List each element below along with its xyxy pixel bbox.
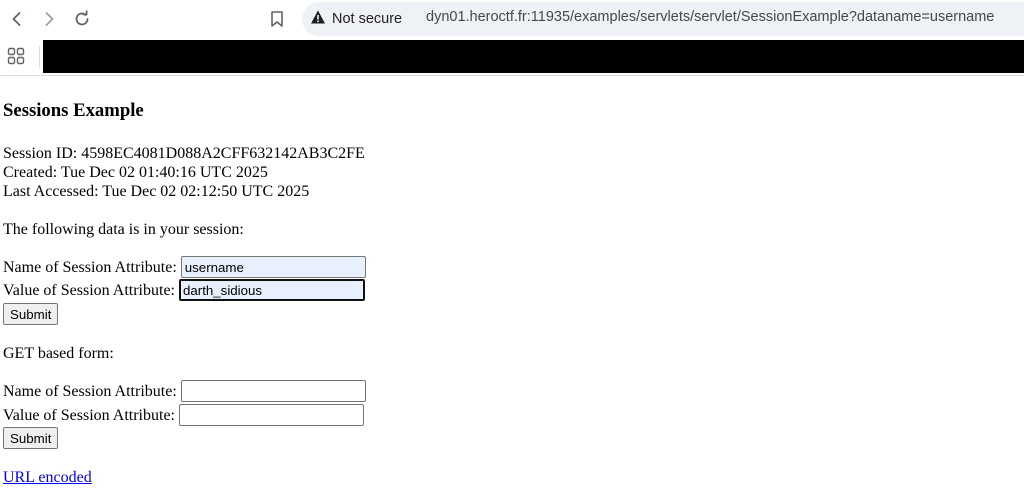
warning-icon — [310, 9, 326, 29]
session-last-accessed: Last Accessed: Tue Dec 02 02:12:50 UTC 2… — [3, 183, 310, 200]
redacted-bookmarks — [43, 40, 1024, 73]
get-name-row: Name of Session Attribute: — [3, 380, 366, 402]
apps-grid-icon[interactable] — [5, 45, 27, 67]
post-name-input[interactable]: username — [180, 256, 366, 278]
security-label: Not secure — [332, 11, 403, 27]
post-name-row: Name of Session Attribute: username — [3, 256, 366, 278]
back-icon[interactable] — [4, 6, 30, 32]
reload-icon[interactable] — [69, 6, 95, 32]
get-value-row: Value of Session Attribute: — [3, 404, 364, 426]
bookmark-icon[interactable] — [264, 6, 290, 32]
post-name-label: Name of Session Attribute: — [3, 258, 177, 276]
post-value-input[interactable]: darth_sidious — [178, 279, 365, 301]
get-value-input[interactable] — [178, 404, 364, 426]
url-encoded-link[interactable]: URL encoded — [3, 469, 92, 486]
session-info: Session ID: 4598EC4081D088A2CFF632142AB3… — [3, 144, 365, 201]
bookmarks-divider — [39, 46, 40, 68]
browser-toolbar: Not secure dyn01.heroctf.fr:11935/exampl… — [0, 0, 1024, 38]
page-title: Sessions Example — [3, 100, 144, 121]
post-submit-button[interactable]: Submit — [3, 303, 59, 325]
get-submit-button[interactable]: Submit — [3, 427, 59, 449]
session-created: Created: Tue Dec 02 01:40:16 UTC 2025 — [3, 164, 268, 181]
url-text[interactable]: dyn01.heroctf.fr:11935/examples/servlets… — [426, 9, 994, 25]
post-value-label: Value of Session Attribute: — [3, 281, 175, 299]
get-name-label: Name of Session Attribute: — [3, 382, 177, 400]
get-form-heading: GET based form: — [3, 345, 114, 362]
session-data-intro: The following data is in your session: — [3, 221, 244, 238]
session-id: Session ID: 4598EC4081D088A2CFF632142AB3… — [3, 145, 365, 162]
get-value-label: Value of Session Attribute: — [3, 406, 175, 424]
post-value-row: Value of Session Attribute: darth_sidiou… — [3, 279, 365, 301]
forward-icon[interactable] — [36, 6, 62, 32]
security-chip[interactable]: Not secure — [310, 7, 402, 31]
bookmarks-bar — [0, 38, 1024, 76]
get-name-input[interactable] — [180, 380, 366, 402]
